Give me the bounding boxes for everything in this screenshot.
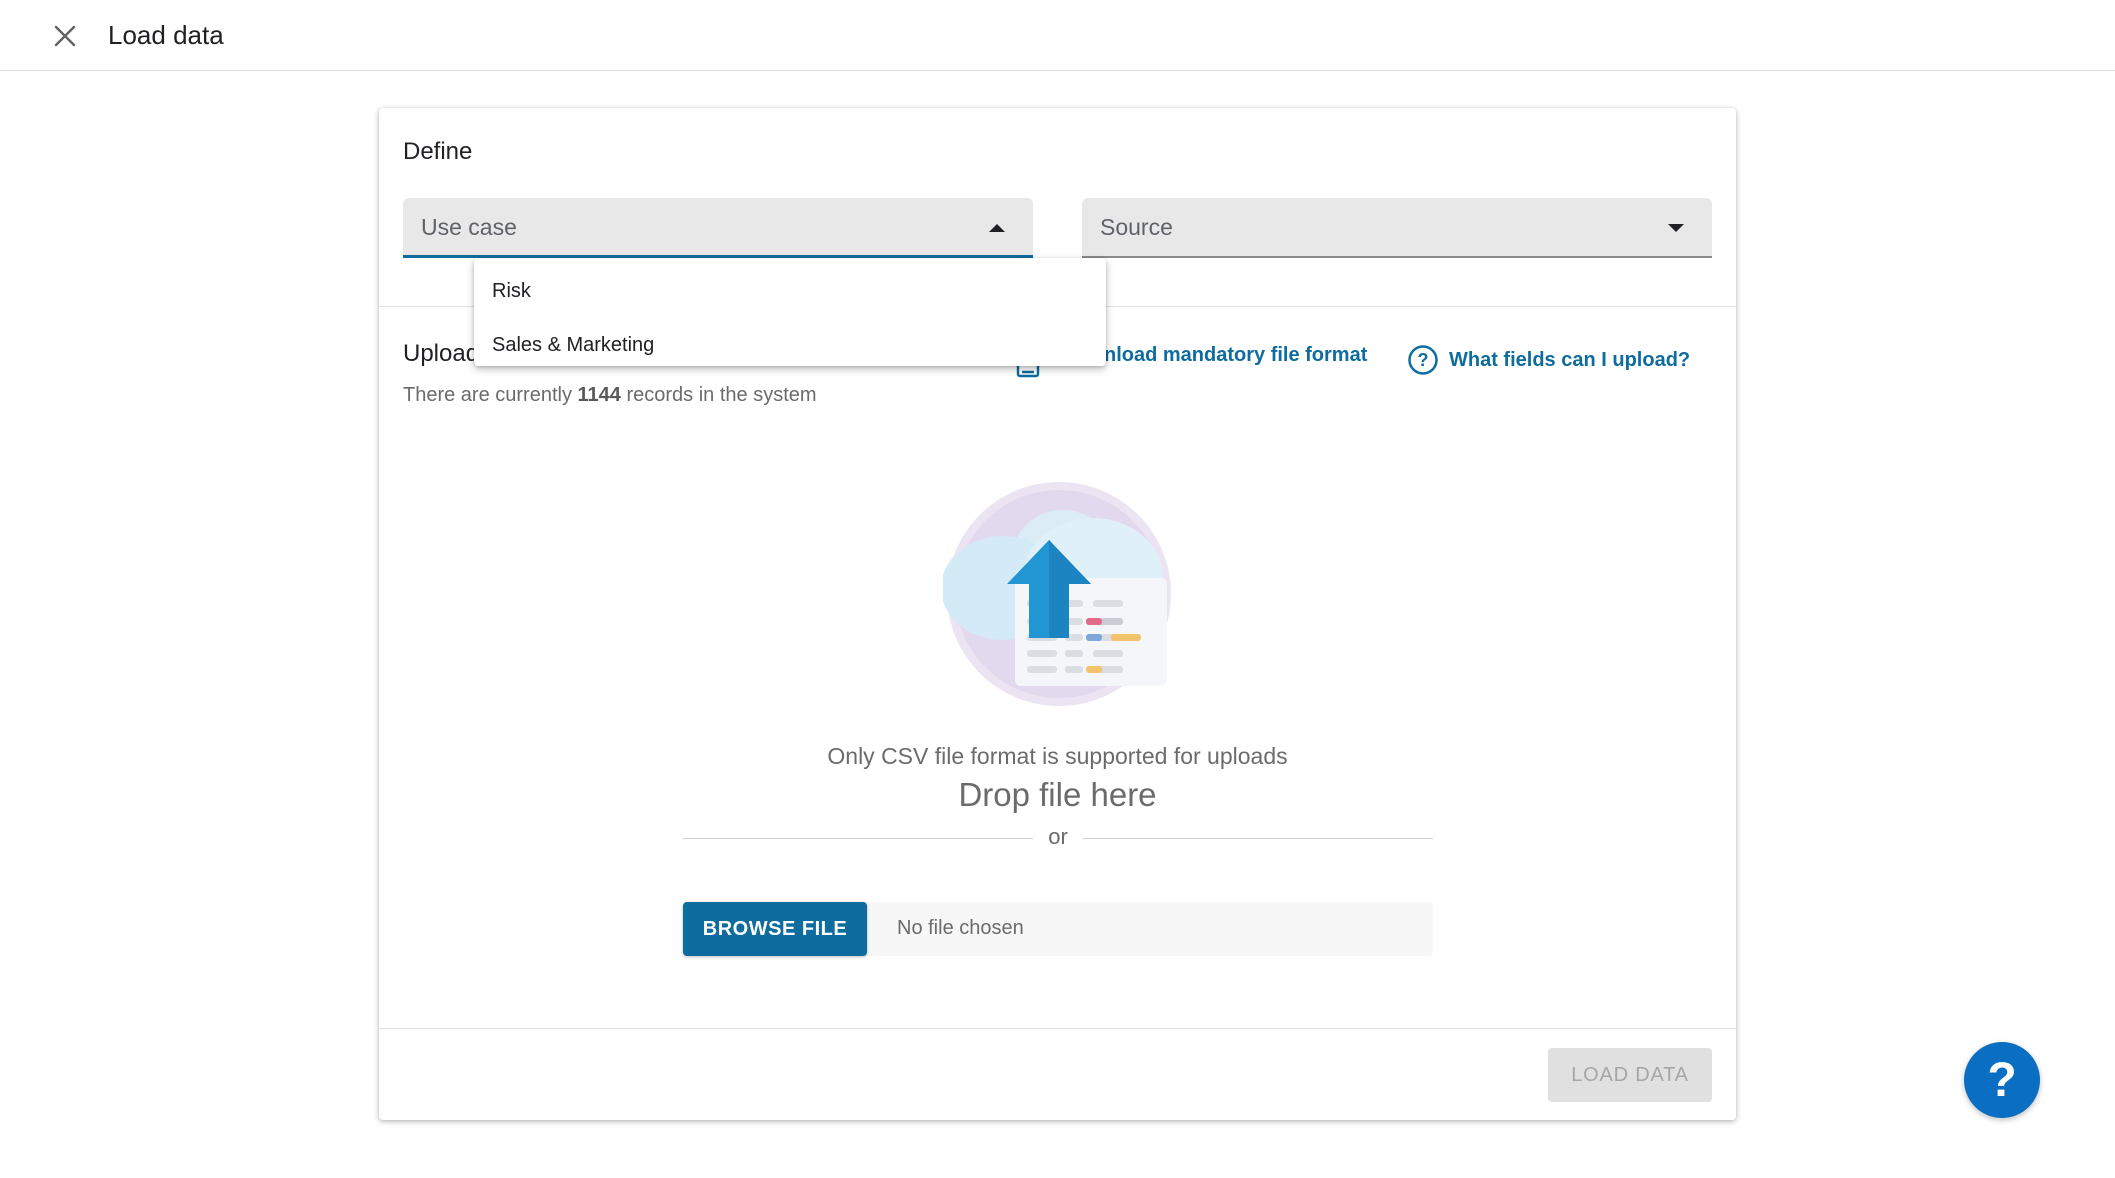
- drop-zone-text[interactable]: Drop file here: [379, 776, 1736, 814]
- or-text: or: [1048, 824, 1068, 849]
- file-name-text: No file chosen: [897, 917, 1024, 939]
- download-format-label: nload mandatory file format: [1104, 344, 1368, 366]
- records-count: 1144: [577, 384, 621, 406]
- load-data-button[interactable]: LOAD DATA: [1548, 1048, 1712, 1102]
- upload-title: Upload: [403, 340, 480, 367]
- page-title: Load data: [108, 20, 224, 50]
- or-divider-right: [1083, 838, 1433, 839]
- what-fields-link[interactable]: ? What fields can I upload?: [1407, 344, 1690, 376]
- source-label: Source: [1100, 214, 1173, 240]
- use-case-label: Use case: [421, 214, 517, 240]
- or-divider-left: [683, 838, 1033, 839]
- close-button[interactable]: [46, 17, 84, 55]
- svg-text:?: ?: [1418, 350, 1429, 370]
- chevron-down-icon: [1668, 224, 1684, 232]
- chevron-up-icon: [989, 224, 1005, 232]
- define-title: Define: [403, 138, 473, 165]
- csv-note: Only CSV file format is supported for up…: [827, 743, 1288, 769]
- use-case-select[interactable]: Use case: [403, 198, 1033, 258]
- download-format-link[interactable]: nload mandatory file format: [1104, 344, 1367, 367]
- cloud-upload-illustration: [943, 482, 1171, 706]
- records-prefix: There are currently: [403, 384, 578, 406]
- question-mark-icon: ?: [1987, 1053, 2017, 1107]
- close-icon: [54, 25, 76, 47]
- records-suffix: records in the system: [620, 384, 817, 406]
- help-circle-icon: ?: [1408, 345, 1438, 375]
- menu-item-sales-marketing[interactable]: Sales & Marketing: [474, 318, 1106, 372]
- help-fab-button[interactable]: ?: [1964, 1042, 2040, 1118]
- file-chooser: BROWSE FILE No file chosen: [683, 902, 1433, 956]
- footer-divider: [379, 1028, 1736, 1029]
- records-info: There are currently 1144 records in the …: [403, 384, 817, 407]
- use-case-dropdown-menu: Risk Sales & Marketing: [474, 258, 1106, 366]
- what-fields-label: What fields can I upload?: [1449, 348, 1691, 371]
- top-bar: Load data: [0, 0, 2115, 71]
- menu-item-risk[interactable]: Risk: [474, 264, 1106, 318]
- source-select[interactable]: Source: [1082, 198, 1712, 258]
- browse-file-button[interactable]: BROWSE FILE: [683, 902, 867, 956]
